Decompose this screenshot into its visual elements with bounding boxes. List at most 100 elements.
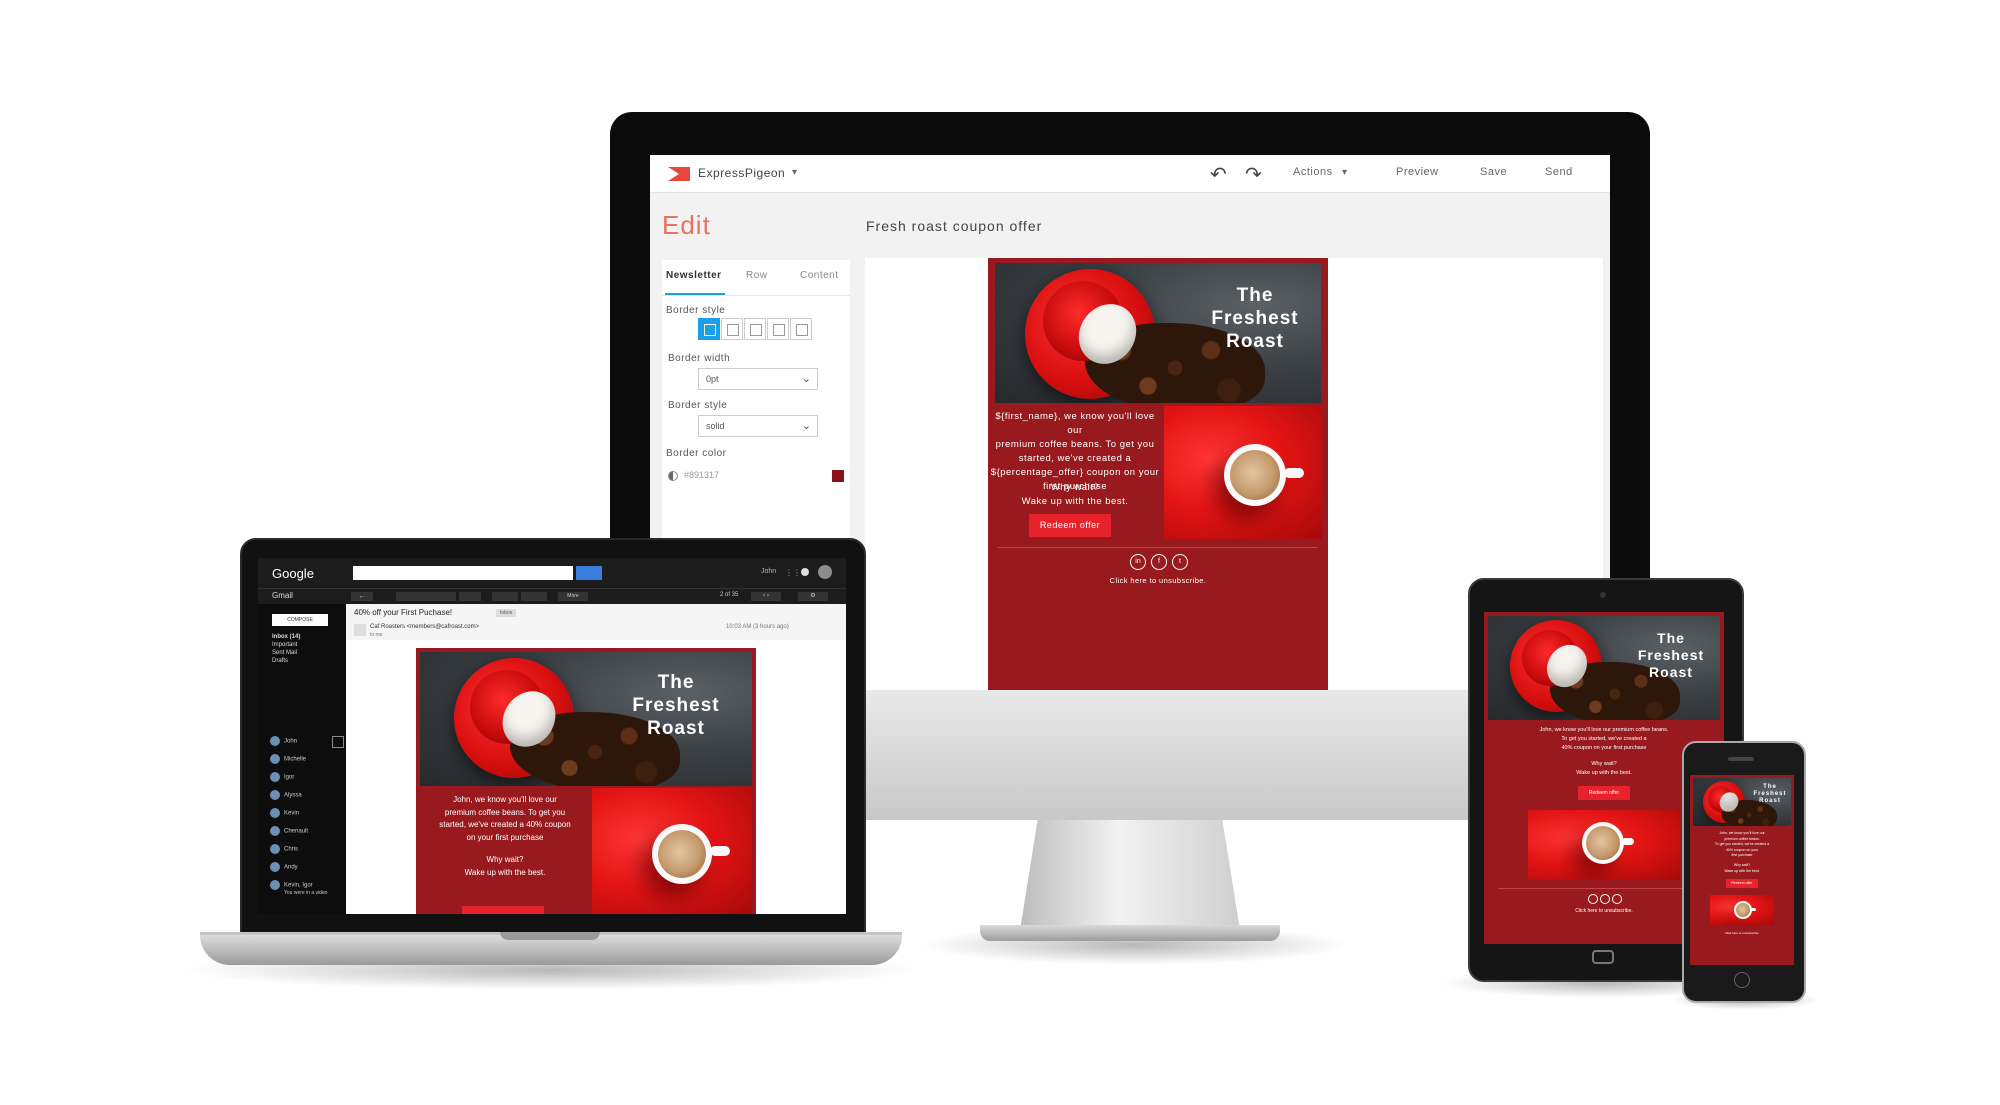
hero-image: The Freshest Roast bbox=[1693, 778, 1791, 826]
document-title[interactable]: Fresh roast coupon offer bbox=[866, 218, 1042, 234]
avatar[interactable] bbox=[818, 565, 832, 579]
folder-important[interactable]: Important bbox=[272, 642, 297, 648]
inbox-tag[interactable]: Inbox bbox=[496, 609, 517, 617]
email-preview: The Freshest Roast ${first_name}, we kno… bbox=[988, 258, 1328, 690]
email-cta-text: Why wait? Wake up with the best. bbox=[1724, 863, 1760, 873]
border-style-select[interactable]: solid ⌄ bbox=[698, 415, 818, 437]
border-width-label: Border width bbox=[668, 353, 731, 364]
search-button[interactable] bbox=[576, 566, 602, 580]
redeem-offer-button[interactable]: Redeem offer bbox=[1578, 786, 1630, 800]
gmail-label[interactable]: Gmail bbox=[272, 591, 293, 600]
coffee-cup-image bbox=[1710, 895, 1774, 925]
chevron-down-icon: ⌄ bbox=[801, 420, 811, 432]
email-preview-phone: The Freshest Roast John, we know you'll … bbox=[1690, 775, 1794, 965]
hero-image: The Freshest Roast bbox=[995, 263, 1321, 403]
unsubscribe-link[interactable]: Click here to unsubscribe. bbox=[988, 576, 1328, 585]
unsubscribe-link[interactable]: Click here to unsubscribe. bbox=[1690, 931, 1794, 935]
save-button[interactable]: Save bbox=[1480, 166, 1507, 178]
coffee-cup-image bbox=[592, 788, 752, 914]
email-cta-text: Why wait? Wake up with the best. bbox=[464, 855, 546, 877]
back-icon[interactable]: ← bbox=[351, 592, 373, 601]
tablet-camera bbox=[1600, 592, 1606, 598]
preview-button[interactable]: Preview bbox=[1396, 166, 1439, 178]
actions-menu[interactable]: Actions bbox=[1293, 166, 1333, 178]
contact-item[interactable]: Chenault bbox=[270, 826, 308, 836]
phone-home-button[interactable] bbox=[1734, 972, 1750, 988]
message-date: 10:03 AM (3 hours ago) bbox=[726, 624, 789, 630]
border-width-value: 0pt bbox=[706, 374, 719, 384]
phone-speaker bbox=[1728, 757, 1754, 761]
message-sender: Caf Roasters <members@cafroast.com> bbox=[370, 624, 480, 630]
folder-icon[interactable] bbox=[492, 592, 518, 601]
search-contacts-icon[interactable] bbox=[332, 736, 344, 748]
compose-button[interactable]: COMPOSE bbox=[272, 614, 328, 626]
email-preview-laptop: The Freshest Roast John, we know you'll … bbox=[416, 648, 756, 914]
contact-item[interactable]: Kevin, Igor bbox=[270, 880, 313, 890]
twitter-icon[interactable] bbox=[1612, 894, 1622, 904]
twitter-icon[interactable]: t bbox=[1172, 554, 1188, 570]
user-name[interactable]: John bbox=[761, 568, 776, 575]
redeem-offer-button[interactable]: Redeem offer bbox=[1726, 879, 1758, 888]
border-width-select[interactable]: 0pt ⌄ bbox=[698, 368, 818, 390]
hero-image: The Freshest Roast bbox=[420, 652, 752, 786]
contact-item[interactable]: Michelle bbox=[270, 754, 306, 764]
hero-title: The Freshest Roast bbox=[1637, 630, 1705, 680]
monitor-stand-neck bbox=[1020, 820, 1240, 930]
hero-title: The Freshest Roast bbox=[1211, 285, 1299, 352]
send-button[interactable]: Send bbox=[1545, 166, 1573, 178]
settings-gear-icon[interactable]: ⚙ bbox=[798, 592, 828, 601]
notifications-icon[interactable] bbox=[801, 568, 809, 576]
email-divider bbox=[998, 547, 1318, 548]
undo-icon[interactable]: ↶ bbox=[1210, 162, 1227, 187]
phone-screen: The Freshest Roast John, we know you'll … bbox=[1690, 775, 1794, 965]
paging-count: 2 of 35 bbox=[720, 592, 739, 598]
linkedin-icon[interactable]: in bbox=[1130, 554, 1146, 570]
border-color-value: #891317 bbox=[684, 470, 720, 480]
brand-name[interactable]: ExpressPigeon bbox=[698, 166, 785, 180]
contact-item[interactable]: Alyssa bbox=[270, 790, 302, 800]
tab-content[interactable]: Content bbox=[800, 270, 839, 281]
contact-item[interactable]: Chris bbox=[270, 844, 298, 854]
border-right-icon[interactable] bbox=[744, 318, 766, 340]
folder-inbox[interactable]: Inbox (14) bbox=[272, 634, 300, 640]
border-bottom-icon[interactable] bbox=[790, 318, 812, 340]
contact-status: You were in a video bbox=[284, 890, 328, 896]
contact-self[interactable]: John bbox=[270, 736, 297, 746]
contact-item[interactable]: Kevin bbox=[270, 808, 299, 818]
archive-report-delete-group[interactable] bbox=[396, 592, 456, 601]
tablet-home-button[interactable] bbox=[1592, 950, 1614, 964]
border-top-icon[interactable] bbox=[767, 318, 789, 340]
delete-icon[interactable] bbox=[459, 592, 481, 601]
color-swatch[interactable] bbox=[832, 470, 844, 482]
facebook-icon[interactable] bbox=[1600, 894, 1610, 904]
apps-grid-icon[interactable]: ⋮⋮ bbox=[785, 568, 801, 577]
google-logo[interactable]: Google bbox=[272, 566, 314, 581]
laptop-notch bbox=[500, 932, 600, 940]
email-body-text: John, we know you'll love our premium co… bbox=[439, 795, 571, 842]
border-color-row[interactable]: #891317 bbox=[668, 470, 844, 484]
redeem-offer-button[interactable]: Redeem offer bbox=[1029, 514, 1111, 537]
gmail-header: Google John ⋮⋮ bbox=[258, 558, 846, 588]
contact-item[interactable]: Igor bbox=[270, 772, 294, 782]
label-icon[interactable] bbox=[521, 592, 547, 601]
linkedin-icon[interactable] bbox=[1588, 894, 1598, 904]
gmail-toolbar: ← More 2 of 35 ‹ › ⚙ bbox=[258, 588, 846, 605]
tab-row[interactable]: Row bbox=[746, 270, 768, 281]
edit-heading: Edit bbox=[662, 210, 711, 240]
sender-avatar bbox=[354, 624, 366, 636]
contact-item[interactable]: Andy bbox=[270, 862, 298, 872]
border-left-icon[interactable] bbox=[721, 318, 743, 340]
chevron-down-icon[interactable]: ▾ bbox=[792, 167, 797, 178]
redeem-offer-button[interactable] bbox=[462, 906, 544, 914]
chevron-down-icon[interactable]: ▾ bbox=[1342, 167, 1347, 178]
folder-drafts[interactable]: Drafts bbox=[272, 658, 288, 664]
more-button[interactable]: More bbox=[558, 592, 588, 601]
redo-icon[interactable]: ↷ bbox=[1245, 162, 1262, 187]
gmail-message-view: 40% off your First Puchase! Inbox Caf Ro… bbox=[346, 604, 846, 914]
tab-newsletter[interactable]: Newsletter bbox=[666, 270, 722, 281]
paging-arrows[interactable]: ‹ › bbox=[751, 592, 781, 601]
facebook-icon[interactable]: f bbox=[1151, 554, 1167, 570]
folder-sent[interactable]: Sent Mail bbox=[272, 650, 297, 656]
border-all-icon[interactable] bbox=[698, 318, 720, 340]
search-input[interactable] bbox=[353, 566, 573, 580]
